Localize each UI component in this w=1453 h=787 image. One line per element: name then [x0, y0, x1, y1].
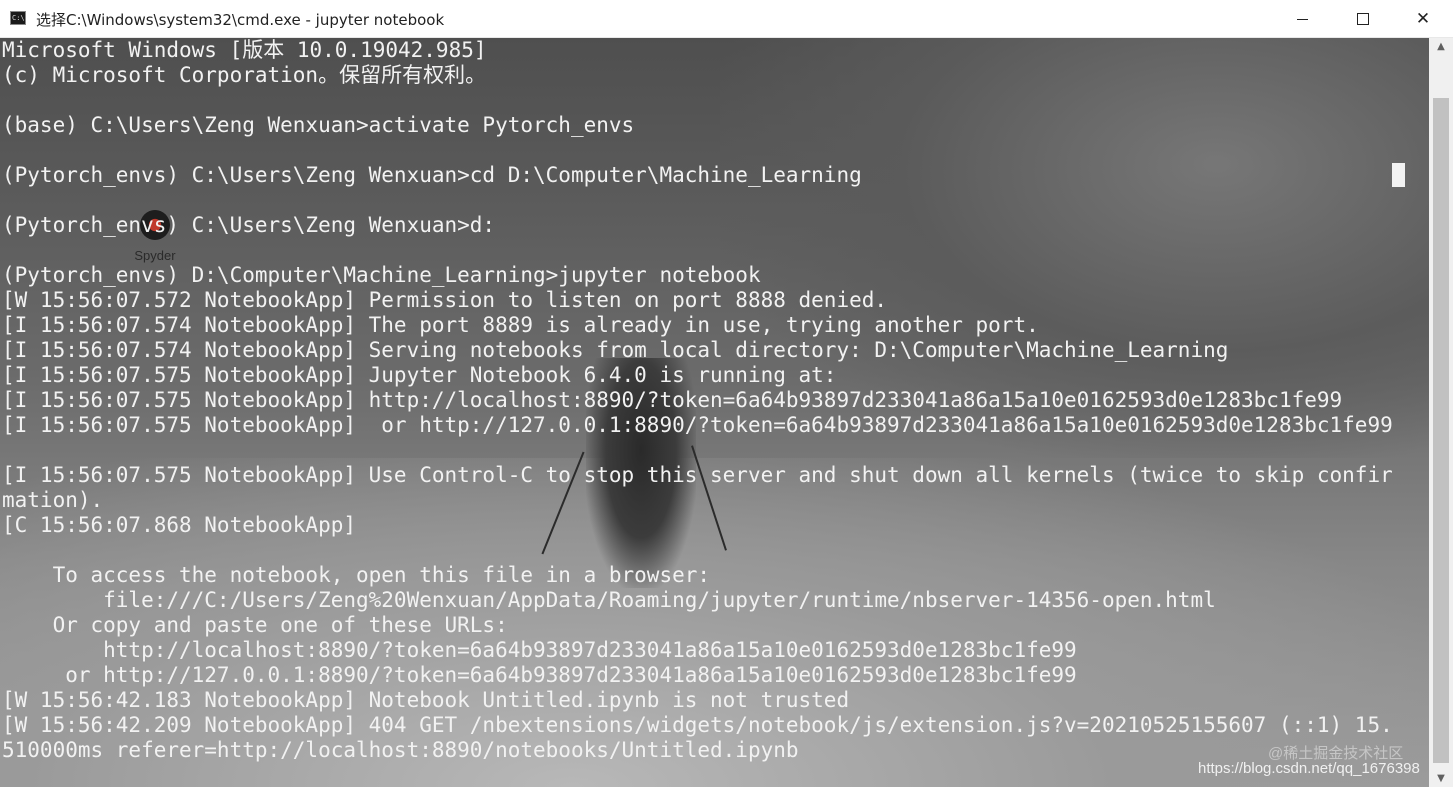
terminal-line: (base) C:\Users\Zeng Wenxuan>activate Py…	[2, 113, 635, 137]
scroll-down-icon[interactable]: ▼	[1429, 770, 1453, 787]
terminal-line: [I 15:56:07.574 NotebookApp] Serving not…	[2, 338, 1229, 362]
terminal-line: Microsoft Windows [版本 10.0.19042.985]	[2, 38, 487, 62]
terminal-line: (Pytorch_envs) C:\Users\Zeng Wenxuan>cd …	[2, 163, 862, 187]
minimize-icon	[1297, 19, 1308, 20]
terminal-line: or http://127.0.0.1:8890/?token=6a64b938…	[2, 663, 1077, 687]
cmd-icon[interactable]: C:\	[10, 11, 26, 25]
terminal-line: Or copy and paste one of these URLs:	[2, 613, 508, 637]
window-title: 选择C:\Windows\system32\cmd.exe - jupyter …	[36, 11, 445, 29]
terminal-line: [I 15:56:07.574 NotebookApp] The port 88…	[2, 313, 1039, 337]
maximize-icon	[1357, 13, 1369, 25]
scroll-thumb[interactable]	[1433, 98, 1449, 763]
terminal-line: [W 15:56:42.183 NotebookApp] Notebook Un…	[2, 688, 850, 712]
terminal-line: (c) Microsoft Corporation。保留所有权利。	[2, 63, 487, 87]
terminal-line: [W 15:56:07.572 NotebookApp] Permission …	[2, 288, 888, 312]
terminal-line: [I 15:56:07.575 NotebookApp] or http://1…	[2, 413, 1393, 437]
terminal-line: http://localhost:8890/?token=6a64b93897d…	[2, 638, 1077, 662]
vertical-scrollbar[interactable]: ▲ ▼	[1429, 38, 1453, 787]
terminal-line: [I 15:56:07.575 NotebookApp] Use Control…	[2, 463, 1393, 487]
title-bar[interactable]: C:\ 选择C:\Windows\system32\cmd.exe - jupy…	[0, 0, 1453, 38]
close-icon: ✕	[1415, 9, 1431, 29]
terminal-line: [I 15:56:07.575 NotebookApp] Jupyter Not…	[2, 363, 837, 387]
terminal-line: To access the notebook, open this file i…	[2, 563, 711, 587]
watermark-url: https://blog.csdn.net/qq_1676398	[1198, 760, 1420, 777]
terminal-line: [C 15:56:07.868 NotebookApp]	[2, 513, 357, 537]
terminal-line: (Pytorch_envs) C:\Users\Zeng Wenxuan>d:	[2, 213, 496, 237]
minimize-button[interactable]	[1273, 0, 1333, 38]
terminal-output[interactable]: Microsoft Windows [版本 10.0.19042.985] (c)…	[2, 38, 1429, 763]
terminal-line: [W 15:56:42.209 NotebookApp] 404 GET /nb…	[2, 713, 1393, 737]
terminal-line: mation).	[2, 488, 104, 512]
text-cursor	[1392, 163, 1405, 187]
terminal-line: [I 15:56:07.575 NotebookApp] http://loca…	[2, 388, 1343, 412]
maximize-button[interactable]	[1333, 0, 1393, 38]
close-button[interactable]: ✕	[1393, 0, 1453, 38]
terminal-line: file:///C:/Users/Zeng%20Wenxuan/AppData/…	[2, 588, 1216, 612]
scroll-up-icon[interactable]: ▲	[1429, 38, 1453, 55]
terminal-line: (Pytorch_envs) D:\Computer\Machine_Learn…	[2, 263, 761, 287]
console-area[interactable]: Spyder Microsoft Windows [版本 10.0.19042.…	[0, 38, 1429, 787]
cmd-window: C:\ 选择C:\Windows\system32\cmd.exe - jupy…	[0, 0, 1453, 787]
